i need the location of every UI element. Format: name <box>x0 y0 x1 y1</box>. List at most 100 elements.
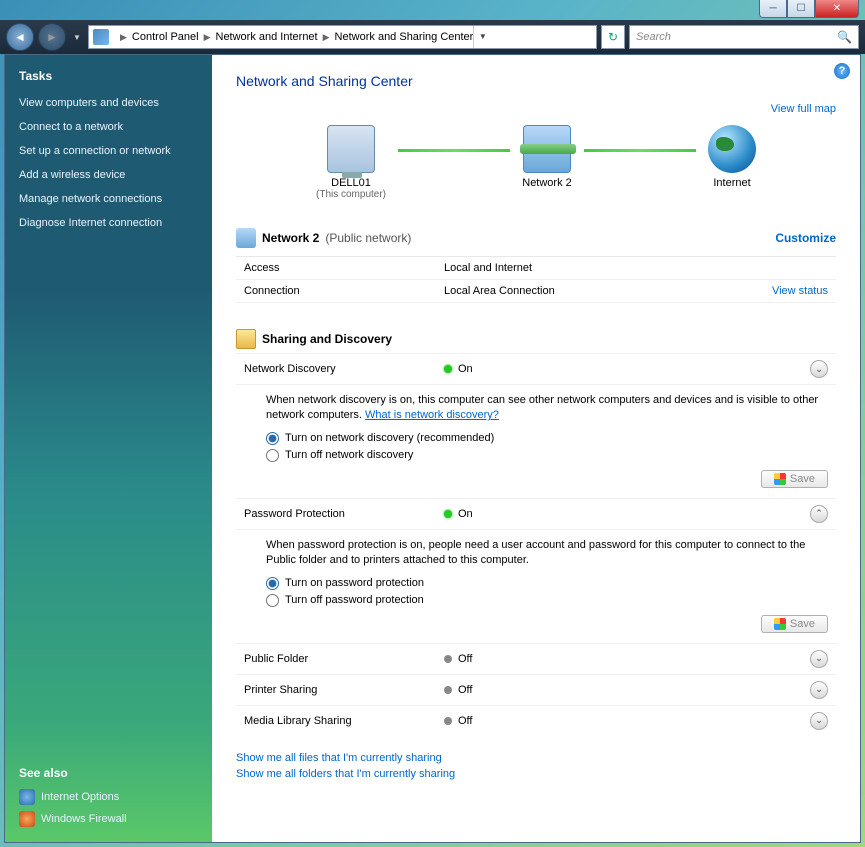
discovery-label: Network Discovery <box>244 363 444 375</box>
discovery-status: On <box>444 363 810 375</box>
shield-icon <box>774 473 786 485</box>
titlebar: ─ ☐ ✕ <box>0 0 865 20</box>
view-status-link[interactable]: View status <box>772 285 828 297</box>
info-key: Access <box>244 262 444 274</box>
info-row-access: Access Local and Internet <box>236 257 836 280</box>
radio-input[interactable] <box>266 577 279 590</box>
connection-line <box>584 149 696 152</box>
radio-input[interactable] <box>266 432 279 445</box>
sharing-header-text: Sharing and Discovery <box>262 332 392 346</box>
status-dot-off-icon <box>444 686 452 694</box>
expand-button[interactable]: ⌄ <box>810 712 828 730</box>
breadcrumb-seg[interactable]: Network and Internet <box>216 31 318 43</box>
what-is-discovery-link[interactable]: What is network discovery? <box>365 409 499 421</box>
map-link-row: View full map <box>236 103 836 115</box>
radio-password-on[interactable]: Turn on password protection <box>266 575 828 592</box>
tasks-header: Tasks <box>5 55 212 91</box>
task-add-wireless[interactable]: Add a wireless device <box>5 163 212 187</box>
save-row: Save <box>266 609 828 635</box>
main-panel: ? Network and Sharing Center View full m… <box>212 55 860 842</box>
toolbar: ◄ ► ▼ ▶ Control Panel ▶ Network and Inte… <box>0 20 865 54</box>
network-info-table: Access Local and Internet Connection Loc… <box>236 256 836 303</box>
folder-icon <box>236 329 256 349</box>
maximize-button[interactable]: ☐ <box>787 0 815 18</box>
task-connect-network[interactable]: Connect to a network <box>5 115 212 139</box>
see-also-internet-options[interactable]: Internet Options <box>19 786 198 808</box>
status-dot-off-icon <box>444 655 452 663</box>
firewall-icon <box>19 811 35 827</box>
expand-button[interactable]: ⌄ <box>810 650 828 668</box>
task-manage-connections[interactable]: Manage network connections <box>5 187 212 211</box>
shield-icon <box>774 618 786 630</box>
node-this-computer[interactable]: DELL01 (This computer) <box>316 125 386 200</box>
task-setup-connection[interactable]: Set up a connection or network <box>5 139 212 163</box>
forward-button[interactable]: ► <box>38 23 66 51</box>
close-button[interactable]: ✕ <box>815 0 859 18</box>
chevron-right-icon: ▶ <box>120 32 127 43</box>
see-also-firewall[interactable]: Windows Firewall <box>19 808 198 830</box>
globe-icon <box>708 125 756 173</box>
radio-discovery-on[interactable]: Turn on network discovery (recommended) <box>266 430 828 447</box>
radio-input[interactable] <box>266 594 279 607</box>
discovery-status: Off <box>444 653 810 665</box>
show-shared-files-link[interactable]: Show me all files that I'm currently sha… <box>236 750 836 766</box>
sidebar: Tasks View computers and devices Connect… <box>5 55 212 842</box>
expand-button[interactable]: ⌄ <box>810 681 828 699</box>
collapse-button[interactable]: ⌃ <box>810 505 828 523</box>
discovery-row-public-folder: Public Folder Off ⌄ <box>236 643 836 674</box>
network-switch-icon <box>523 125 571 173</box>
network-icon <box>236 228 256 248</box>
task-view-computers[interactable]: View computers and devices <box>5 91 212 115</box>
status-dot-on-icon <box>444 510 452 518</box>
discovery-panel-network: When network discovery is on, this compu… <box>236 384 836 498</box>
collapse-button[interactable]: ⌄ <box>810 360 828 378</box>
network-type: (Public network) <box>325 231 411 245</box>
radio-discovery-off[interactable]: Turn off network discovery <box>266 447 828 464</box>
content-area: Tasks View computers and devices Connect… <box>4 54 861 843</box>
view-full-map-link[interactable]: View full map <box>771 103 836 115</box>
window-controls: ─ ☐ ✕ <box>759 0 859 18</box>
radio-password-off[interactable]: Turn off password protection <box>266 592 828 609</box>
sharing-section-header: Sharing and Discovery <box>236 325 836 353</box>
node-network[interactable]: Network 2 <box>522 125 572 200</box>
info-row-connection: Connection Local Area Connection View st… <box>236 280 836 303</box>
connection-line <box>398 149 510 152</box>
refresh-button[interactable]: ↻ <box>601 25 625 49</box>
status-dot-on-icon <box>444 365 452 373</box>
window: ─ ☐ ✕ ◄ ► ▼ ▶ Control Panel ▶ Network an… <box>0 0 865 847</box>
discovery-row-printer-sharing: Printer Sharing Off ⌄ <box>236 674 836 705</box>
breadcrumb-seg[interactable]: Network and Sharing Center <box>335 31 474 43</box>
help-icon[interactable]: ? <box>834 63 850 79</box>
discovery-status: Off <box>444 715 810 727</box>
search-icon: 🔍 <box>837 30 852 44</box>
status-dot-off-icon <box>444 717 452 725</box>
node-sublabel: (This computer) <box>316 189 386 200</box>
see-also-section: See also Internet Options Windows Firewa… <box>5 756 212 842</box>
search-input[interactable]: Search 🔍 <box>629 25 859 49</box>
minimize-button[interactable]: ─ <box>759 0 787 18</box>
see-also-label: Internet Options <box>41 791 119 803</box>
node-internet[interactable]: Internet <box>708 125 756 200</box>
discovery-panel-password: When password protection is on, people n… <box>236 529 836 643</box>
node-label: DELL01 <box>316 177 386 189</box>
info-value: Local and Internet <box>444 262 828 274</box>
chevron-right-icon: ▶ <box>204 32 211 43</box>
breadcrumb-seg[interactable]: Control Panel <box>132 31 199 43</box>
address-dropdown[interactable]: ▼ <box>473 26 491 48</box>
task-diagnose[interactable]: Diagnose Internet connection <box>5 211 212 235</box>
network-section-header: Network 2 (Public network) Customize <box>236 224 836 252</box>
save-button[interactable]: Save <box>761 615 828 633</box>
password-description: When password protection is on, people n… <box>266 538 828 569</box>
customize-link[interactable]: Customize <box>775 231 836 245</box>
back-button[interactable]: ◄ <box>6 23 34 51</box>
save-row: Save <box>266 464 828 490</box>
breadcrumb-bar[interactable]: ▶ Control Panel ▶ Network and Internet ▶… <box>88 25 597 49</box>
nav-history-dropdown[interactable]: ▼ <box>70 23 84 51</box>
info-key: Connection <box>244 285 444 297</box>
see-also-label: Windows Firewall <box>41 813 127 825</box>
radio-input[interactable] <box>266 449 279 462</box>
discovery-row-media-sharing: Media Library Sharing Off ⌄ <box>236 705 836 736</box>
show-shared-folders-link[interactable]: Show me all folders that I'm currently s… <box>236 766 836 782</box>
network-name: Network 2 <box>262 231 319 245</box>
save-button[interactable]: Save <box>761 470 828 488</box>
